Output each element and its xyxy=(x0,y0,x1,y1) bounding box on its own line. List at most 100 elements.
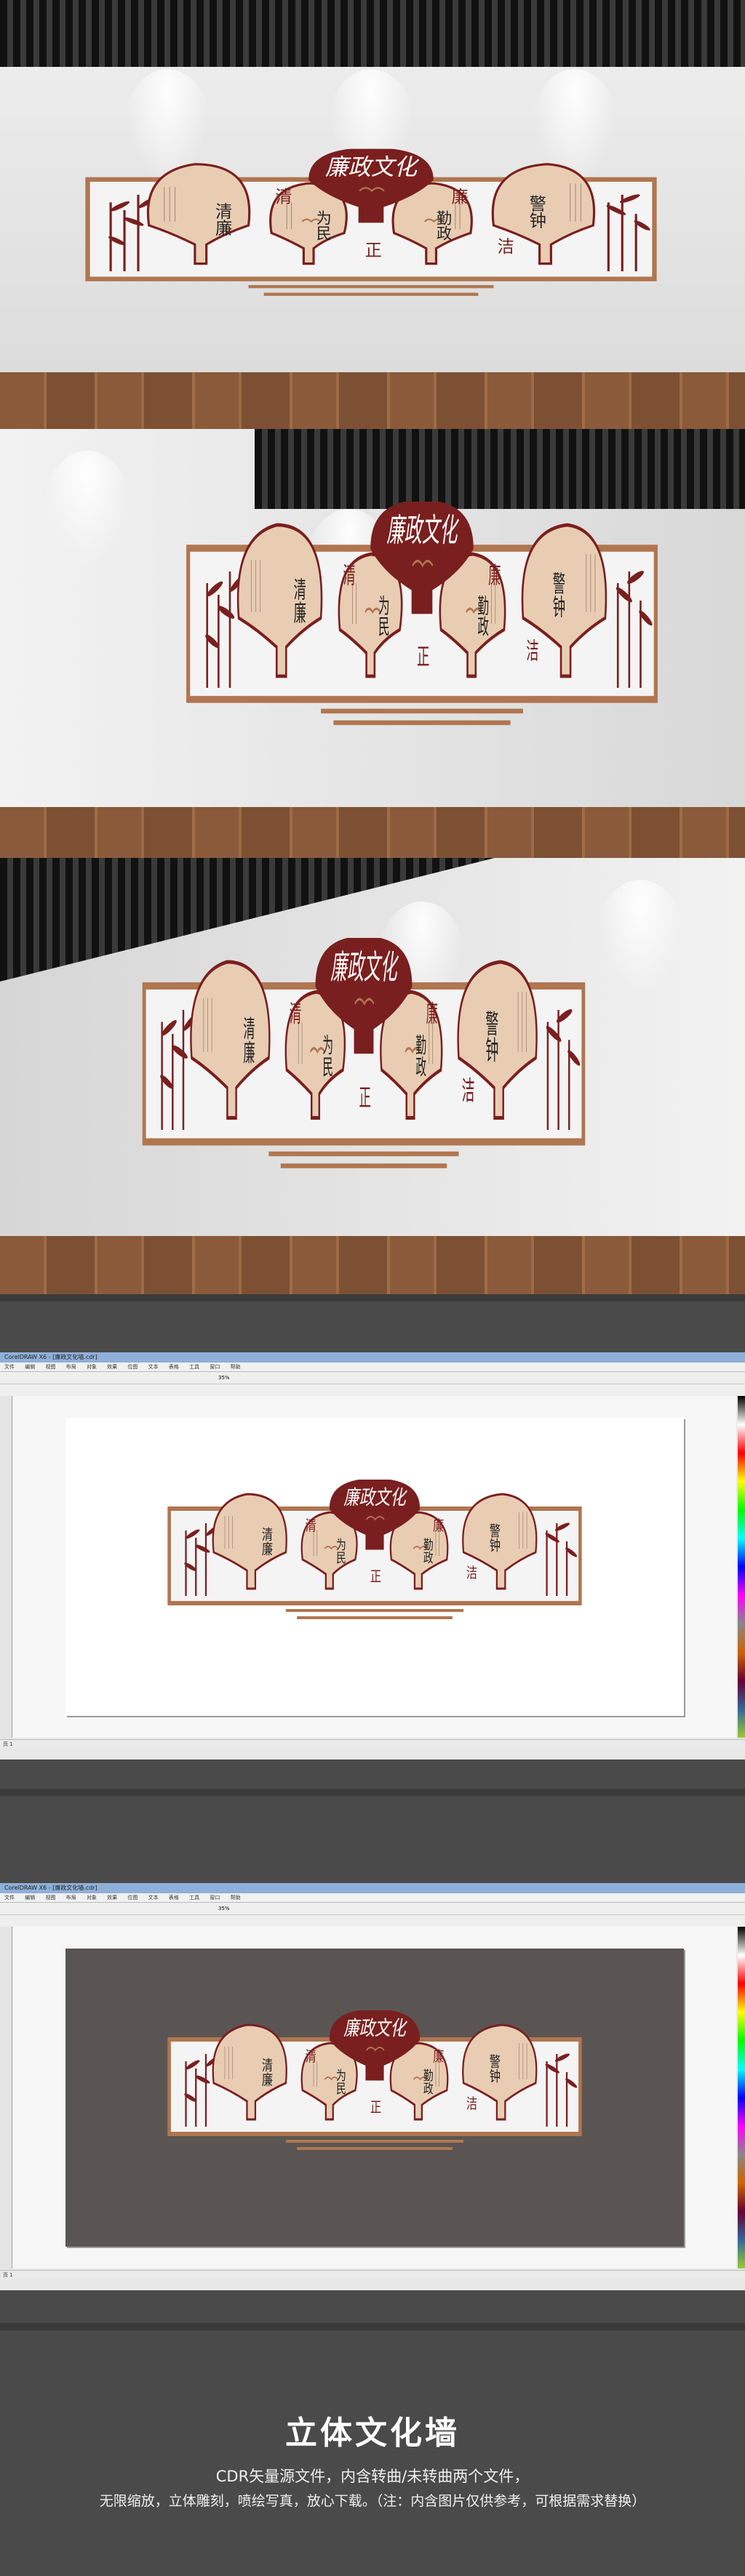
status-bar: 页 1 xyxy=(0,2270,745,2279)
footer-title: 立体文化墙 xyxy=(285,2415,460,2452)
main-title: 廉政文化 xyxy=(343,2016,407,2040)
big-char-qing: 清 xyxy=(275,188,292,206)
ceiling-slats xyxy=(255,429,745,509)
cad-screenshot-1: CorelDRAW X6 - [廉政文化墙.cdr] 文件 编辑 视图 布局 对… xyxy=(0,1352,745,1760)
leaf-title-weimin: 为民 xyxy=(321,1034,334,1078)
zoom-level[interactable]: 35% xyxy=(218,1375,230,1381)
wood-floor xyxy=(0,807,745,858)
section-separator xyxy=(0,1789,745,1796)
spotlight xyxy=(597,880,684,996)
leaf-title-jingzhong: 警钟 xyxy=(551,571,565,618)
menu-item[interactable]: 工具 xyxy=(189,1895,199,1901)
big-char-qing: 清 xyxy=(306,1517,316,1535)
leaf-title-qinglian: 清廉 xyxy=(260,1527,273,1556)
menu-item[interactable]: 表格 xyxy=(169,1895,179,1901)
page-tab[interactable]: 页 1 xyxy=(3,2272,13,2278)
menu-item[interactable]: 对象 xyxy=(87,1364,97,1370)
menu-item[interactable]: 帮助 xyxy=(231,1364,241,1370)
culture-wall-art: 廉政文化 清廉 警钟 为民 勤政 清 廉 正 洁 xyxy=(164,1480,586,1625)
leaf-title-jingzhong: 警钟 xyxy=(484,1010,499,1063)
footer-description-2: 无限缩放，立体雕刻，喷绘写真，放心下载。（注：内含图片仅供参考，可根据需求替换） xyxy=(99,2493,646,2509)
big-char-lian: 廉 xyxy=(433,2048,444,2066)
menu-item[interactable]: 文本 xyxy=(148,1364,159,1370)
footer-description-1: CDR矢量源文件，内含转曲/未转曲两个文件， xyxy=(215,2468,530,2485)
big-char-jie: 洁 xyxy=(526,638,538,665)
menu-item[interactable]: 布局 xyxy=(66,1364,76,1370)
menu-item[interactable]: 文件 xyxy=(4,1895,15,1901)
menu-item[interactable]: 编辑 xyxy=(25,1895,35,1901)
menu-item[interactable]: 工具 xyxy=(189,1364,199,1370)
menu-item[interactable]: 帮助 xyxy=(231,1895,241,1901)
big-char-qing: 清 xyxy=(306,2048,316,2066)
menu-item[interactable]: 布局 xyxy=(66,1895,76,1901)
big-char-qing: 清 xyxy=(290,1000,301,1028)
menu-item[interactable]: 效果 xyxy=(107,1364,117,1370)
menu-item[interactable]: 位图 xyxy=(127,1364,138,1370)
big-char-zheng: 正 xyxy=(370,1568,381,1586)
big-char-lian: 廉 xyxy=(426,1000,438,1028)
big-char-lian: 廉 xyxy=(488,562,501,589)
status-bar: 页 1 xyxy=(0,1739,745,1748)
leaf-title-qinglian: 清廉 xyxy=(212,202,233,236)
leaf-title-jingzhong: 警钟 xyxy=(487,1523,501,1552)
standard-toolbar[interactable]: 35% xyxy=(0,1372,745,1384)
main-title: 廉政文化 xyxy=(330,947,399,987)
culture-wall-art: 廉政文化 清廉 警钟 为民 勤政 清 廉 正 洁 xyxy=(80,131,662,320)
leaf-title-qinzheng: 勤政 xyxy=(421,2069,433,2095)
main-title: 廉政文化 xyxy=(325,155,420,181)
color-palette[interactable] xyxy=(738,1396,745,1738)
menu-item[interactable]: 窗口 xyxy=(210,1364,220,1370)
menu-item[interactable]: 窗口 xyxy=(210,1895,220,1901)
leaf-title-jingzhong: 警钟 xyxy=(487,2054,501,2083)
menu-bar: 文件 编辑 视图 布局 对象 效果 位图 文本 表格 工具 窗口 帮助 xyxy=(0,1363,745,1372)
menu-item[interactable]: 对象 xyxy=(87,1895,97,1901)
render-scene-1: 廉政文化 清廉 警钟 为民 勤政 清 廉 正 洁 xyxy=(0,0,745,429)
big-char-zheng: 正 xyxy=(370,2099,381,2116)
document-page: 廉政文化 清廉 警钟 为民 勤政 清 廉 正 洁 xyxy=(65,1418,684,1716)
cad-screenshot-2: CorelDRAW X6 - [廉政文化墙.cdr] 文件 编辑 视图 布局 对… xyxy=(0,1883,745,2290)
menu-item[interactable]: 文件 xyxy=(4,1364,15,1370)
toolbox[interactable] xyxy=(0,1927,12,2268)
culture-wall-art: 廉政文化 清廉 警钟 为民 勤政 清 廉 正 洁 xyxy=(138,938,589,1178)
menu-item[interactable]: 视图 xyxy=(45,1895,55,1901)
leaf-title-weimin: 为民 xyxy=(335,2069,346,2095)
leaf-title-qinglian: 清廉 xyxy=(242,1016,255,1064)
ceiling-slats xyxy=(0,0,745,67)
property-bar[interactable] xyxy=(0,1915,745,1927)
big-char-lian: 廉 xyxy=(452,188,469,206)
culture-wall-art: 廉政文化 清廉 警钟 为民 勤政 清 廉 正 洁 xyxy=(164,2010,586,2156)
standard-toolbar[interactable]: 35% xyxy=(0,1903,745,1915)
property-bar[interactable] xyxy=(0,1384,745,1397)
main-title: 廉政文化 xyxy=(386,513,459,550)
leaf-title-qinzheng: 勤政 xyxy=(414,1034,427,1078)
page-tab[interactable]: 页 1 xyxy=(3,1741,13,1747)
color-palette[interactable] xyxy=(738,1927,745,2268)
zoom-level[interactable]: 35% xyxy=(218,1906,230,1911)
menu-item[interactable]: 视图 xyxy=(45,1364,55,1370)
toolbox[interactable] xyxy=(0,1396,12,1738)
big-char-zheng: 正 xyxy=(359,1085,370,1112)
menu-bar: 文件 编辑 视图 布局 对象 效果 位图 文本 表格 工具 窗口 帮助 xyxy=(0,1893,745,1903)
big-char-qing: 清 xyxy=(343,562,355,589)
big-char-lian: 廉 xyxy=(433,1517,444,1535)
culture-wall-art: 廉政文化 清廉 警钟 为民 勤政 清 廉 正 洁 xyxy=(182,502,662,734)
window-title: CorelDRAW X6 - [廉政文化墙.cdr] xyxy=(0,1352,745,1363)
leaf-title-qinglian: 清廉 xyxy=(260,2058,273,2087)
wood-floor xyxy=(0,372,745,429)
big-char-zheng: 正 xyxy=(417,643,429,670)
menu-item[interactable]: 表格 xyxy=(169,1364,179,1370)
leaf-title-qinzheng: 勤政 xyxy=(435,209,453,241)
leaf-title-qinglian: 清廉 xyxy=(292,577,306,624)
leaf-title-qinzheng: 勤政 xyxy=(475,595,489,637)
leaf-title-weimin: 为民 xyxy=(314,209,332,241)
menu-item[interactable]: 效果 xyxy=(107,1895,117,1901)
leaf-title-jingzhong: 警钟 xyxy=(526,195,546,229)
section-separator xyxy=(0,1294,745,1301)
window-title: CorelDRAW X6 - [廉政文化墙.cdr] xyxy=(0,1883,745,1893)
menu-item[interactable]: 位图 xyxy=(127,1895,138,1901)
menu-item[interactable]: 文本 xyxy=(148,1895,159,1901)
main-title: 廉政文化 xyxy=(343,1485,407,1509)
big-char-zheng: 正 xyxy=(365,241,382,260)
menu-item[interactable]: 编辑 xyxy=(25,1364,35,1370)
render-scene-2: 廉政文化 清廉 警钟 为民 勤政 清 廉 正 洁 xyxy=(0,429,745,858)
